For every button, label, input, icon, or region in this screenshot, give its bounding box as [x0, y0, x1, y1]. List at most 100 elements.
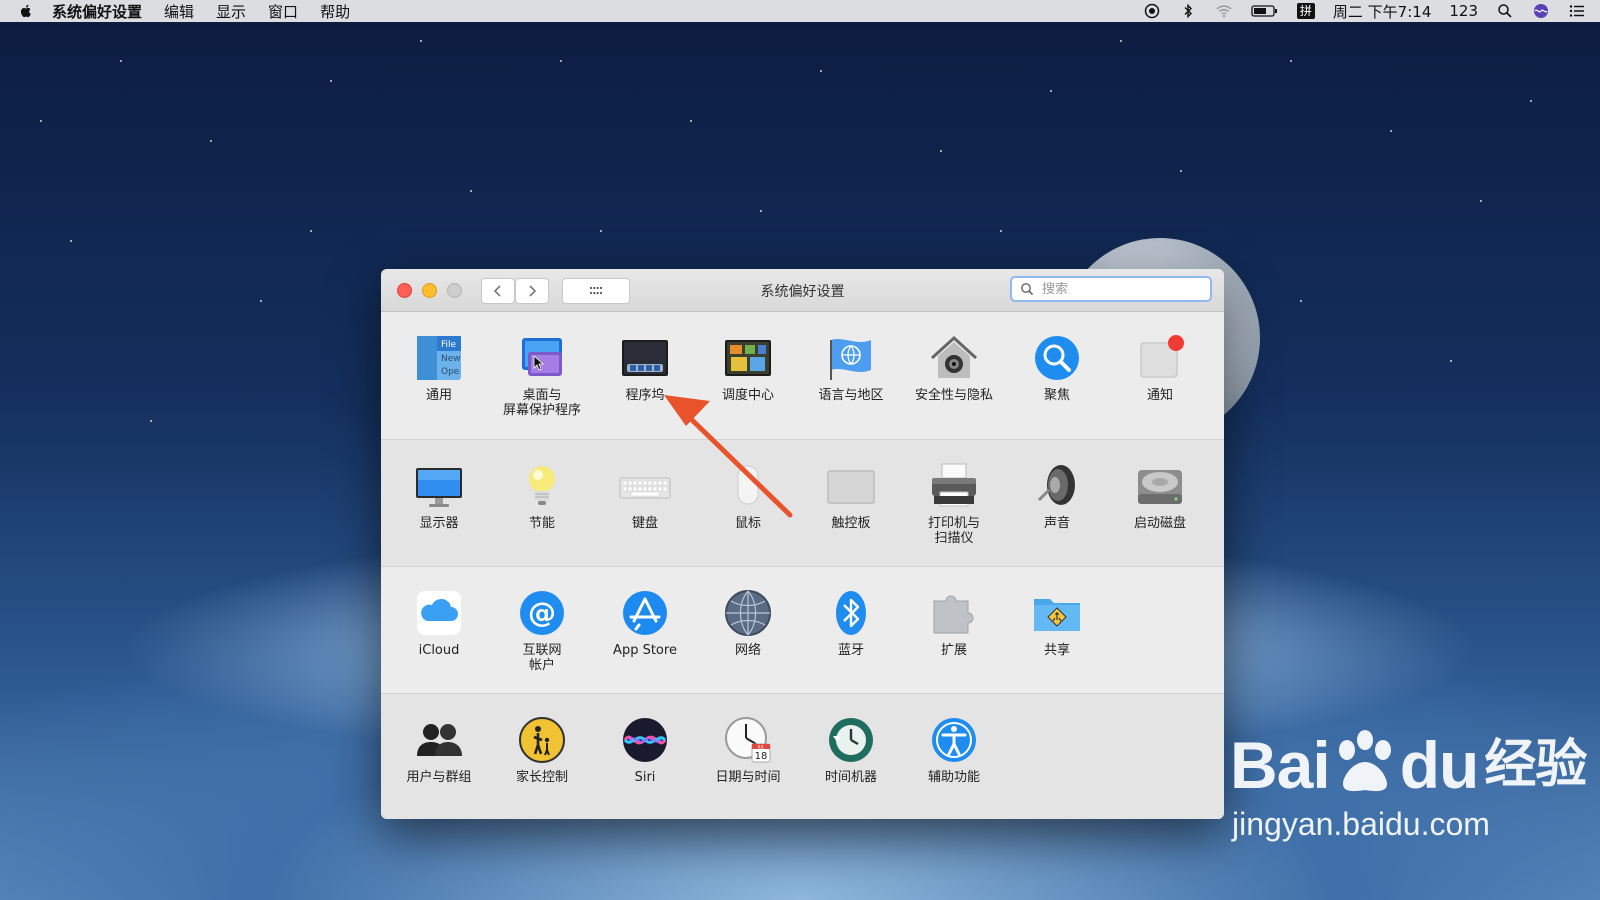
pane-sound[interactable]: 声音	[1007, 460, 1107, 531]
pane-label: 桌面与 屏幕保护程序	[502, 388, 581, 418]
pane-label: 共享	[1043, 643, 1070, 658]
siri-icon[interactable]	[1532, 3, 1550, 19]
pane-app-store[interactable]: App Store	[595, 587, 695, 658]
pane-label: 日期与时间	[715, 770, 781, 785]
pane-dock[interactable]: 程序坞	[595, 332, 695, 403]
pane-label: 互联网 帐户	[522, 643, 562, 673]
pane-label: 键盘	[631, 516, 658, 531]
mouse-icon	[737, 465, 759, 505]
pane-parental-controls[interactable]: 家长控制	[492, 714, 592, 785]
hard-drive-icon	[1138, 470, 1182, 504]
general-icon-open: Ope	[441, 367, 460, 377]
general-icon: File New Ope	[417, 336, 461, 380]
watermark-brand-cn: 经验	[1484, 735, 1587, 795]
calendar-day: 18	[755, 751, 768, 762]
keyboard-icon	[619, 477, 671, 499]
pane-notifications[interactable]: 通知	[1110, 332, 1210, 403]
menu-app-name[interactable]: 系统偏好设置	[52, 1, 142, 22]
pane-mission-control[interactable]: 调度中心	[698, 332, 798, 403]
pane-label: 通知	[1146, 388, 1173, 403]
pane-security-privacy[interactable]: 安全性与隐私	[904, 332, 1004, 403]
pane-label: 安全性与隐私	[914, 388, 993, 403]
pane-label: 用户与群组	[406, 770, 472, 785]
pane-desktop-screensaver[interactable]: 桌面与 屏幕保护程序	[492, 332, 592, 418]
pane-internet-accounts[interactable]: @ 互联网 帐户	[492, 587, 592, 673]
clock-calendar-icon: JUL 18	[725, 717, 771, 763]
menu-input-number[interactable]: 123	[1449, 2, 1478, 20]
mission-control-icon	[725, 340, 771, 376]
svg-text:@: @	[528, 596, 556, 629]
pane-label: 触控板	[831, 516, 871, 531]
apple-logo-icon[interactable]	[18, 3, 34, 19]
pane-label: 声音	[1043, 516, 1070, 531]
paw-logo-icon	[1338, 730, 1391, 792]
pane-extensions[interactable]: 扩展	[904, 587, 1004, 658]
time-machine-icon	[829, 718, 873, 762]
screen-record-icon[interactable]	[1143, 3, 1161, 19]
light-bulb-icon	[529, 466, 555, 505]
input-method-indicator[interactable]: 拼	[1296, 3, 1315, 19]
dock-icon	[622, 340, 668, 376]
siri-icon	[623, 718, 667, 762]
pane-label: 节能	[528, 516, 555, 531]
spotlight-icon	[1035, 336, 1079, 380]
pane-startup-disk[interactable]: 启动磁盘	[1110, 460, 1210, 531]
pane-label: 蓝牙	[837, 643, 864, 658]
pane-mouse[interactable]: 鼠标	[698, 460, 798, 531]
search-input[interactable]	[1040, 280, 1194, 298]
pane-time-machine[interactable]: 时间机器	[801, 714, 901, 785]
title-bar: 系统偏好设置	[381, 269, 1224, 312]
search-field[interactable]	[1010, 276, 1212, 302]
pane-bluetooth[interactable]: 蓝牙	[801, 587, 901, 658]
bluetooth-icon[interactable]	[1179, 3, 1197, 19]
pane-label: 显示器	[419, 516, 459, 531]
users-icon	[417, 724, 462, 756]
pane-sharing[interactable]: 共享	[1007, 587, 1107, 658]
pane-label: 打印机与 扫描仪	[927, 516, 980, 546]
pane-date-time[interactable]: JUL 18 日期与时间	[698, 714, 798, 785]
menu-help[interactable]: 帮助	[320, 1, 350, 22]
general-icon-file: File	[441, 340, 457, 350]
puzzle-piece-icon	[933, 595, 974, 634]
pane-label: App Store	[613, 643, 677, 658]
at-sign-icon: @	[520, 591, 564, 635]
menu-view[interactable]: 显示	[216, 1, 246, 22]
bluetooth-icon	[836, 591, 866, 635]
menu-clock[interactable]: 周二 下午7:14	[1333, 1, 1431, 22]
menu-window[interactable]: 窗口	[268, 1, 298, 22]
pane-icloud[interactable]: iCloud	[389, 587, 489, 658]
pane-row-2: 显示器 节能 键盘 鼠标 触控板 打印机与 扫描仪 声音 启动磁盘	[381, 439, 1224, 567]
notification-center-icon[interactable]	[1568, 3, 1586, 19]
house-lock-icon	[930, 335, 978, 378]
printer-icon	[932, 463, 976, 507]
pane-users-groups[interactable]: 用户与群组	[389, 714, 489, 785]
battery-icon[interactable]	[1251, 3, 1279, 19]
parental-controls-icon	[519, 717, 565, 763]
pane-label: 通用	[425, 388, 452, 403]
speaker-icon	[1037, 465, 1075, 505]
pane-label: 启动磁盘	[1133, 516, 1186, 531]
pane-row-4: 用户与群组 家长控制 Siri JUL 18 日期与时间 时间机器 辅助功能	[381, 693, 1224, 819]
pane-trackpad[interactable]: 触控板	[801, 460, 901, 531]
menu-edit[interactable]: 编辑	[164, 1, 194, 22]
pane-keyboard[interactable]: 键盘	[595, 460, 695, 531]
pane-energy-saver[interactable]: 节能	[492, 460, 592, 531]
watermark-brand-left: Bai	[1230, 728, 1331, 802]
pane-label: 时间机器	[824, 770, 877, 785]
app-store-icon	[623, 591, 667, 635]
spotlight-search-icon[interactable]	[1496, 3, 1514, 19]
pane-general[interactable]: File New Ope 通用	[389, 332, 489, 403]
pane-accessibility[interactable]: 辅助功能	[904, 714, 1004, 785]
pane-language-region[interactable]: 语言与地区	[801, 332, 901, 403]
pane-displays[interactable]: 显示器	[389, 460, 489, 531]
pane-siri[interactable]: Siri	[595, 714, 695, 785]
pane-spotlight[interactable]: 聚焦	[1007, 332, 1107, 403]
pane-label: 家长控制	[515, 770, 568, 785]
pane-label: 程序坞	[625, 388, 665, 403]
general-icon-new: New	[441, 354, 461, 364]
pane-network[interactable]: 网络	[698, 587, 798, 658]
pane-printers-scanners[interactable]: 打印机与 扫描仪	[904, 460, 1004, 546]
wifi-icon[interactable]	[1215, 3, 1233, 19]
pane-label: 扩展	[940, 643, 967, 658]
pane-label: 语言与地区	[818, 388, 884, 403]
